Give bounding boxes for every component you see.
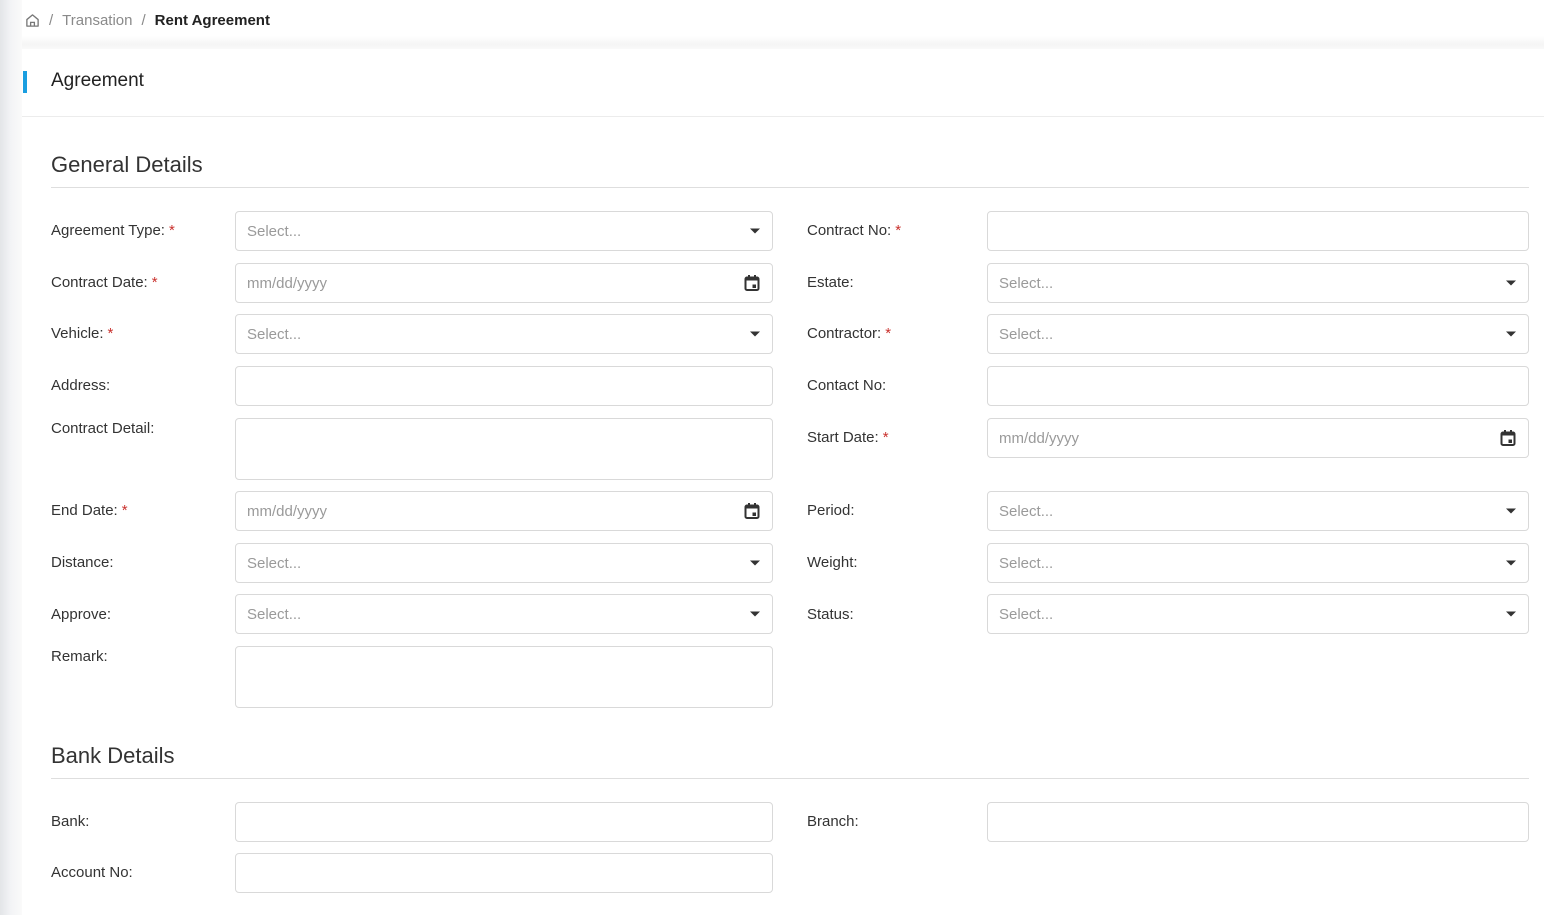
card-header: Agreement (22, 49, 1544, 117)
section-title-bank: Bank Details (51, 743, 175, 768)
contact-no-label: Contact No: (807, 377, 887, 394)
contract-no-label: Contract No: * (807, 222, 901, 239)
vehicle-label: Vehicle: * (51, 325, 113, 342)
label-text: Contract No: (807, 222, 892, 239)
calendar-icon[interactable] (1500, 430, 1516, 447)
account-no-label: Account No: (51, 864, 133, 881)
contract-detail-label: Contract Detail: (51, 420, 155, 437)
required-marker: * (168, 222, 175, 239)
caret-down-icon (750, 611, 760, 617)
agreement-type-placeholder: Select... (247, 222, 302, 240)
remark-textarea[interactable] (235, 646, 773, 708)
end-date-placeholder: mm/dd/yyyy (247, 502, 328, 520)
calendar-icon[interactable] (744, 503, 760, 520)
required-marker: * (885, 325, 892, 342)
caret-down-icon (1506, 280, 1516, 286)
section-divider (51, 187, 1529, 188)
section-divider (51, 778, 1529, 779)
vehicle-select[interactable]: Select... (235, 314, 773, 354)
contract-date-label: Contract Date: * (51, 274, 158, 291)
estate-select[interactable]: Select... (987, 263, 1529, 303)
title-accent-bar (23, 71, 27, 93)
required-marker: * (151, 274, 158, 291)
agreement-type-label: Agreement Type: * (51, 222, 175, 239)
contact-no-input[interactable] (987, 366, 1529, 406)
end-date-label: End Date: * (51, 502, 128, 519)
agreement-type-select[interactable]: Select... (235, 211, 773, 251)
account-no-input[interactable] (235, 853, 773, 893)
label-text: End Date: (51, 502, 118, 519)
vehicle-placeholder: Select... (247, 325, 302, 343)
contract-detail-textarea[interactable] (235, 418, 773, 480)
contract-no-input[interactable] (987, 211, 1529, 251)
weight-select[interactable]: Select... (987, 543, 1529, 583)
required-marker: * (107, 325, 114, 342)
distance-placeholder: Select... (247, 554, 302, 572)
caret-down-icon (1506, 508, 1516, 514)
contract-date-input[interactable]: mm/dd/yyyy (235, 263, 773, 303)
label-text: Contractor: (807, 325, 882, 342)
home-icon[interactable] (24, 12, 40, 28)
label-text: Contract Date: (51, 274, 148, 291)
breadcrumb-transation[interactable]: Transation (62, 12, 132, 29)
end-date-input[interactable]: mm/dd/yyyy (235, 491, 773, 531)
caret-down-icon (1506, 560, 1516, 566)
breadcrumb-rent-agreement: Rent Agreement (154, 11, 270, 29)
breadcrumb: / Transation / Rent Agreement (22, 0, 1544, 40)
start-date-input[interactable]: mm/dd/yyyy (987, 418, 1529, 458)
label-text: Start Date: (807, 429, 879, 446)
weight-placeholder: Select... (999, 554, 1054, 572)
bank-input[interactable] (235, 802, 773, 842)
breadcrumb-separator: / (141, 11, 146, 29)
contractor-label: Contractor: * (807, 325, 891, 342)
remark-label: Remark: (51, 648, 108, 665)
label-text: Vehicle: (51, 325, 104, 342)
contractor-select[interactable]: Select... (987, 314, 1529, 354)
distance-label: Distance: (51, 554, 114, 571)
period-placeholder: Select... (999, 502, 1054, 520)
caret-down-icon (750, 331, 760, 337)
approve-label: Approve: (51, 606, 112, 623)
sidebar-edge (0, 0, 22, 915)
required-marker: * (121, 502, 128, 519)
approve-select[interactable]: Select... (235, 594, 773, 634)
caret-down-icon (750, 560, 760, 566)
period-select[interactable]: Select... (987, 491, 1529, 531)
breadcrumb-separator: / (49, 11, 54, 29)
branch-label: Branch: (807, 813, 859, 830)
estate-placeholder: Select... (999, 274, 1054, 292)
agreement-card: Agreement General Details Agreement Type… (22, 49, 1544, 915)
status-placeholder: Select... (999, 605, 1054, 623)
label-text: Agreement Type: (51, 222, 165, 239)
estate-label: Estate: (807, 274, 854, 291)
distance-select[interactable]: Select... (235, 543, 773, 583)
address-input[interactable] (235, 366, 773, 406)
status-select[interactable]: Select... (987, 594, 1529, 634)
contract-date-placeholder: mm/dd/yyyy (247, 274, 328, 292)
bank-label: Bank: (51, 813, 90, 830)
caret-down-icon (1506, 611, 1516, 617)
caret-down-icon (750, 228, 760, 234)
header-shadow (22, 36, 1544, 50)
card-title: Agreement (51, 70, 144, 91)
weight-label: Weight: (807, 554, 858, 571)
branch-input[interactable] (987, 802, 1529, 842)
approve-placeholder: Select... (247, 605, 302, 623)
address-label: Address: (51, 377, 111, 394)
period-label: Period: (807, 502, 855, 519)
start-date-placeholder: mm/dd/yyyy (999, 429, 1080, 447)
contractor-placeholder: Select... (999, 325, 1054, 343)
calendar-icon[interactable] (744, 275, 760, 292)
caret-down-icon (1506, 331, 1516, 337)
required-marker: * (895, 222, 902, 239)
section-title-general: General Details (51, 152, 203, 177)
required-marker: * (882, 429, 889, 446)
start-date-label: Start Date: * (807, 429, 889, 446)
status-label: Status: (807, 606, 854, 623)
